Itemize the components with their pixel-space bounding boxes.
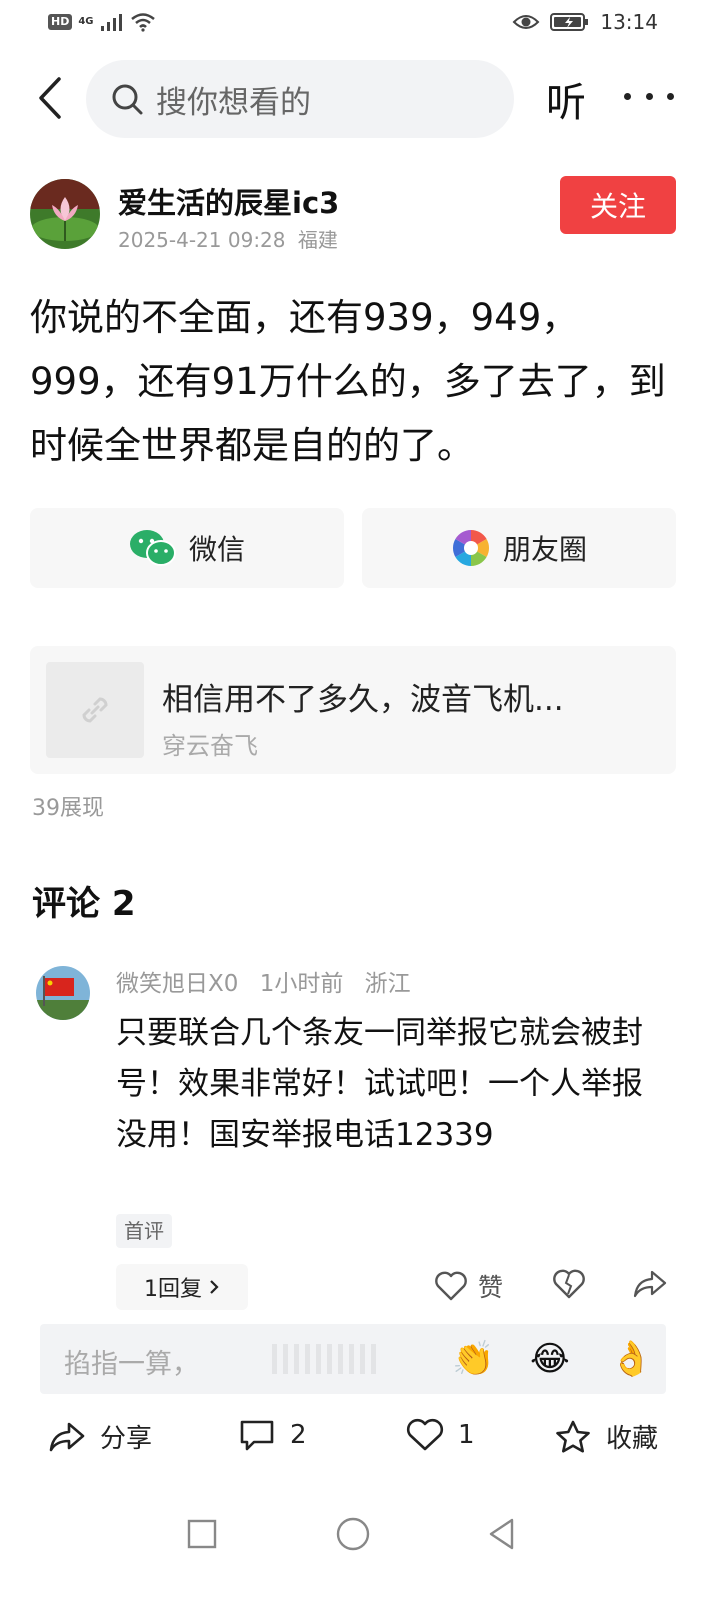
share-wechat-button[interactable]: 微信 xyxy=(30,508,344,588)
heart-icon xyxy=(406,1418,444,1451)
link-source: 穿云奋飞 xyxy=(162,732,258,760)
bottom-action-bar: 分享 2 1 收藏 xyxy=(0,1406,720,1482)
share-icon xyxy=(49,1422,85,1451)
clap-emoji-button[interactable]: 👏 xyxy=(452,1336,494,1382)
recents-button[interactable] xyxy=(180,1512,224,1556)
commenter-name[interactable]: 微笑旭日X0 xyxy=(116,971,238,997)
first-comment-badge: 首评 xyxy=(116,1214,172,1248)
link-icon xyxy=(82,697,108,723)
comment-input[interactable]: 掐指一算， 👏 😂 👌 xyxy=(40,1324,666,1394)
comment-dislike-button[interactable] xyxy=(552,1268,586,1304)
eye-icon xyxy=(512,15,540,29)
view-count: 39展现 xyxy=(32,796,104,821)
comment-button[interactable]: 2 xyxy=(238,1418,307,1452)
favorite-label: 收藏 xyxy=(606,1424,659,1454)
blurred-text xyxy=(272,1338,412,1380)
author-header: 爱生活的辰星ic3 2025-4-21 09:28 福建 关注 xyxy=(30,176,690,252)
comments-title: 评论 2 xyxy=(32,884,136,924)
battery-icon xyxy=(550,13,589,31)
home-button[interactable] xyxy=(331,1512,375,1556)
comment-meta: 微笑旭日X0 1小时前 浙江 xyxy=(116,964,425,998)
status-left: HD 4G xyxy=(48,12,156,32)
ok-emoji-button[interactable]: 👌 xyxy=(610,1336,652,1382)
reply-count-label: 1回复 xyxy=(144,1277,202,1302)
share-label: 分享 xyxy=(100,1424,153,1454)
share-wechat-label: 微信 xyxy=(188,533,245,566)
author-avatar[interactable] xyxy=(30,179,100,249)
reply-count-button[interactable]: 1回复 xyxy=(116,1264,248,1310)
signal-icon xyxy=(100,14,122,31)
more-dot-icon xyxy=(645,92,653,100)
wechat-icon xyxy=(129,530,176,566)
chevron-right-icon xyxy=(210,1280,219,1294)
more-dot-icon xyxy=(667,92,674,100)
share-moments-label: 朋友圈 xyxy=(502,533,587,566)
share-row: 微信 朋友圈 xyxy=(30,508,676,588)
search-input[interactable]: 搜你想看的 xyxy=(86,60,514,138)
more-dot-icon xyxy=(624,92,631,100)
share-arrow-icon xyxy=(633,1270,667,1298)
circle-icon xyxy=(336,1517,370,1551)
broken-heart-icon xyxy=(553,1269,585,1299)
search-placeholder: 搜你想看的 xyxy=(156,84,311,121)
link-thumbnail xyxy=(46,662,144,758)
back-arrow-icon xyxy=(39,77,61,119)
triangle-back-icon xyxy=(489,1518,514,1550)
comment-location: 浙江 xyxy=(364,971,411,997)
share-button[interactable]: 分享 xyxy=(48,1418,152,1455)
comment-count: 2 xyxy=(290,1420,307,1450)
comment-time: 1小时前 xyxy=(259,971,344,997)
square-icon xyxy=(187,1519,217,1549)
back-nav-button[interactable] xyxy=(480,1512,524,1556)
comment-share-button[interactable] xyxy=(632,1268,668,1304)
lotus-avatar-image xyxy=(30,179,100,249)
search-icon xyxy=(112,84,143,115)
laugh-emoji-button[interactable]: 😂 xyxy=(530,1336,570,1382)
comment-icon xyxy=(240,1420,274,1451)
hd-badge: HD xyxy=(48,14,73,30)
author-meta: 2025-4-21 09:28 福建 xyxy=(118,224,338,253)
back-button[interactable] xyxy=(30,74,70,122)
commenter-avatar[interactable] xyxy=(36,966,90,1020)
status-bar: HD 4G 13:14 xyxy=(0,0,720,48)
comment-like-button[interactable]: 赞 xyxy=(434,1268,503,1304)
status-right: 13:14 xyxy=(512,10,658,34)
heart-icon xyxy=(435,1271,467,1301)
link-title: 相信用不了多久，波音飞机... xyxy=(162,682,564,718)
like-count: 1 xyxy=(458,1420,475,1450)
comment-text: 只要联合几个条友一同举报它就会被封号！效果非常好！试试吧！一个人举报没用！国安举… xyxy=(116,1015,643,1153)
share-moments-button[interactable]: 朋友圈 xyxy=(362,508,676,588)
like-button[interactable]: 1 xyxy=(406,1418,475,1452)
post-text: 你说的不全面，还有939，949，999，还有91万什么的，多了去了，到时候全世… xyxy=(30,296,666,467)
comment-like-label: 赞 xyxy=(478,1273,504,1302)
star-icon xyxy=(556,1420,590,1452)
author-name[interactable]: 爱生活的辰星ic3 xyxy=(118,180,339,222)
wifi-icon xyxy=(130,13,155,32)
post-location: 福建 xyxy=(297,228,338,252)
listen-button[interactable]: 听 xyxy=(546,70,586,128)
follow-button[interactable]: 关注 xyxy=(560,176,676,234)
post-date: 2025-4-21 09:28 xyxy=(118,228,286,252)
network-type: 4G xyxy=(78,16,94,27)
status-time: 13:14 xyxy=(600,10,658,34)
moments-icon xyxy=(452,530,489,566)
linked-article-card[interactable]: 相信用不了多久，波音飞机... 穿云奋飞 xyxy=(30,646,676,774)
favorite-button[interactable]: 收藏 xyxy=(554,1418,658,1455)
system-nav-bar xyxy=(0,1490,720,1600)
top-bar: 搜你想看的 听 xyxy=(0,56,720,140)
comment-input-placeholder: 掐指一算， xyxy=(64,1349,199,1380)
flag-avatar-image xyxy=(36,966,90,1020)
more-button[interactable] xyxy=(624,76,674,116)
